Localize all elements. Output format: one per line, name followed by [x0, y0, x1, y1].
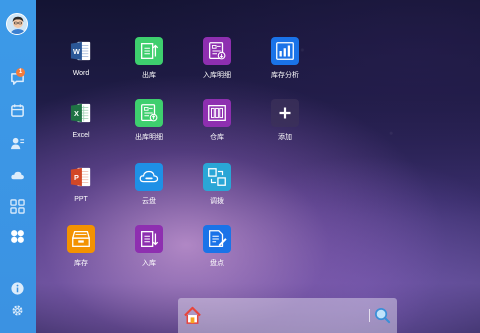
app-inbound-detail[interactable]: 入库明细: [187, 37, 247, 80]
app-label: 库存: [74, 260, 88, 267]
transfer-icon: [203, 163, 231, 191]
excel-icon: X: [67, 99, 95, 127]
apps-grid-icon[interactable]: [9, 198, 25, 214]
avatar[interactable]: [6, 13, 28, 35]
app-add[interactable]: 添加: [255, 99, 315, 142]
app-stocktake[interactable]: 盘点: [187, 225, 247, 268]
contacts-icon[interactable]: [9, 135, 25, 151]
word-icon: W: [67, 37, 95, 65]
calendar-icon[interactable]: [9, 102, 25, 118]
app-inbound[interactable]: 入库: [119, 225, 179, 268]
app-label: 出库明细: [135, 134, 163, 141]
app-transfer[interactable]: 调拨: [187, 163, 247, 206]
app-label: 入库: [142, 260, 156, 267]
app-label: 库存分析: [271, 72, 299, 79]
app-label: Excel: [72, 132, 90, 139]
app-ppt[interactable]: P PPT: [51, 163, 111, 203]
inventory-icon: [67, 225, 95, 253]
ppt-icon: P: [67, 163, 95, 191]
warehouse-icon: [203, 99, 231, 127]
app-word[interactable]: W Word: [51, 37, 111, 77]
add-icon: [271, 99, 299, 127]
clover-icon[interactable]: [9, 228, 25, 244]
app-label: 云盘: [142, 198, 156, 205]
home-icon[interactable]: [183, 306, 202, 325]
outbound-icon: [135, 37, 163, 65]
taskbar: [178, 298, 397, 333]
settings-icon[interactable]: [9, 302, 25, 318]
sidebar: 1: [0, 0, 36, 333]
app-label: Word: [72, 70, 90, 77]
app-inventory-analysis[interactable]: 库存分析: [255, 37, 315, 80]
app-warehouse[interactable]: 仓库: [187, 99, 247, 142]
cloud-icon[interactable]: [9, 167, 25, 183]
cloud-drive-icon: [135, 163, 163, 191]
svg-text:X: X: [74, 109, 79, 118]
app-label: 出库: [142, 72, 156, 79]
svg-text:P: P: [74, 173, 79, 182]
outbound-detail-icon: [135, 99, 163, 127]
app-label: 添加: [278, 134, 292, 141]
app-cloud-drive[interactable]: 云盘: [119, 163, 179, 206]
inventory-analysis-icon: [271, 37, 299, 65]
app-label: 入库明细: [203, 72, 231, 79]
info-icon[interactable]: [9, 280, 25, 296]
divider: [369, 309, 370, 322]
notification-badge: 1: [16, 68, 25, 77]
app-outbound[interactable]: 出库: [119, 37, 179, 80]
app-label: PPT: [74, 196, 88, 203]
app-outbound-detail[interactable]: 出库明细: [119, 99, 179, 142]
svg-text:W: W: [73, 47, 80, 56]
inbound-icon: [135, 225, 163, 253]
search-icon[interactable]: [374, 307, 391, 324]
app-label: 调拨: [210, 198, 224, 205]
app-inventory[interactable]: 库存: [51, 225, 111, 268]
app-label: 仓库: [210, 134, 224, 141]
app-label: 盘点: [210, 260, 224, 267]
inbound-detail-icon: [203, 37, 231, 65]
stocktake-icon: [203, 225, 231, 253]
app-excel[interactable]: X Excel: [51, 99, 111, 139]
